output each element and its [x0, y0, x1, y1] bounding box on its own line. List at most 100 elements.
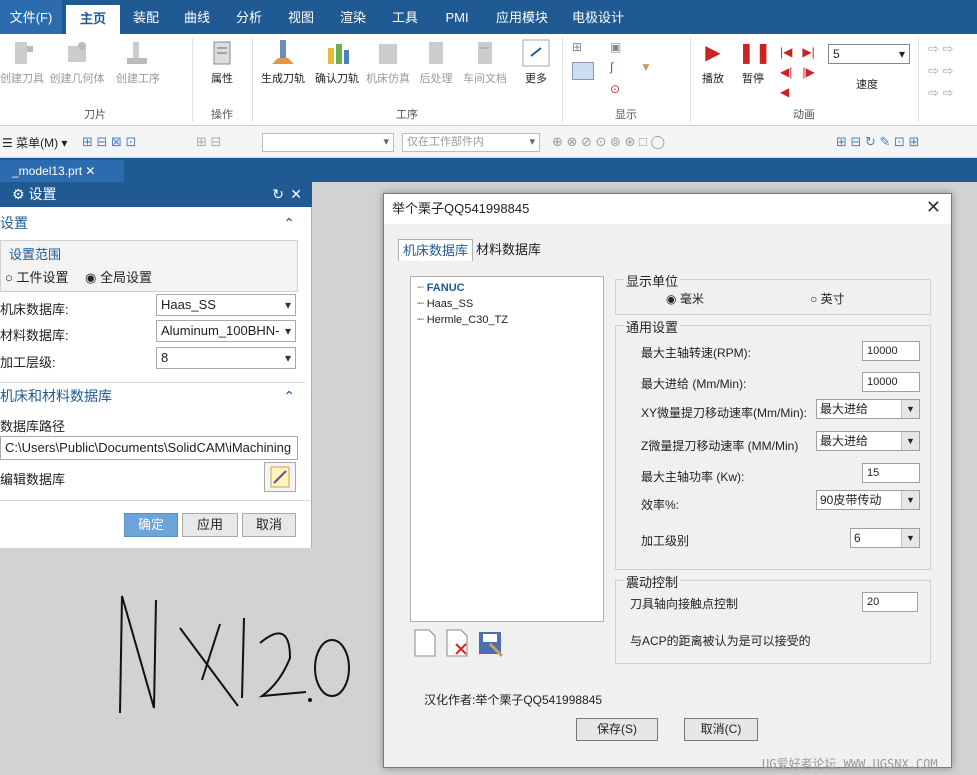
tree-item-haas[interactable]: ┈ Haas_SS — [417, 297, 473, 310]
speed-select[interactable]: 5 ▾ — [828, 44, 910, 64]
chevron-up-icon[interactable]: ⌃ — [283, 383, 295, 409]
tab-assembly[interactable]: 装配 — [122, 0, 170, 34]
pause-button[interactable]: ❚❚ 暂停 — [736, 34, 772, 86]
save-file-button[interactable] — [476, 628, 504, 661]
scope-filter-select[interactable]: 仅在工作部件内 — [402, 133, 540, 152]
tab-file[interactable]: 文件(F) — [0, 0, 62, 34]
close-icon[interactable]: ✕ — [926, 197, 941, 218]
select-tools-icon[interactable]: ⊞ ⊟ ⊠ ⊡ — [82, 134, 136, 150]
level-select[interactable]: 6 ▼ — [850, 528, 920, 548]
material-db-select[interactable]: Aluminum_100BHN- — [156, 320, 296, 342]
create-tool-button[interactable]: 创建刀具 — [0, 34, 44, 86]
tab-pmi[interactable]: PMI — [434, 0, 480, 34]
close-icon[interactable]: ✕ — [290, 182, 302, 207]
database-dialog: 举个栗子QQ541998845 ✕ 机床数据库 材料数据库 ┈ FANUC ┈ … — [383, 193, 952, 768]
reset-icon[interactable]: ↻ — [272, 182, 284, 207]
generate-toolpath-button[interactable]: 生成刀轨 — [256, 34, 310, 86]
cancel-button[interactable]: 取消 — [242, 513, 296, 537]
radio-mm[interactable]: ◉ 毫米 — [666, 290, 704, 307]
radio-mm-label: 毫米 — [679, 292, 704, 306]
type-filter-select[interactable] — [262, 133, 394, 152]
radio-checked-icon: ◉ — [666, 292, 680, 306]
shop-docs-button[interactable]: 车间文档 — [460, 34, 510, 86]
tab-tools[interactable]: 工具 — [382, 0, 428, 34]
radio-global[interactable]: ◉ 全局设置 — [85, 267, 152, 286]
edit-db-label: 编辑数据库 — [0, 472, 66, 487]
cancel-button[interactable]: 取消(C) — [684, 718, 758, 741]
xy-rate-select[interactable]: 最大进给 ▼ — [816, 399, 920, 419]
save-button[interactable]: 保存(S) — [576, 718, 658, 741]
generate-toolpath-icon — [272, 40, 294, 64]
units-group: 显示单位 ◉ 毫米 ○ 英寸 — [615, 271, 931, 315]
group-label-display: 显示 — [615, 109, 637, 121]
speed-value: 5 — [833, 47, 840, 61]
db-path-field[interactable]: C:\Users\Public\Documents\SolidCAM\iMach… — [0, 436, 298, 460]
chevron-down-icon: ▼ — [901, 491, 919, 509]
properties-label: 属性 — [211, 73, 233, 85]
display-tool-icon: ∫ — [610, 60, 614, 74]
machine-sim-button[interactable]: 机床仿真 — [364, 34, 412, 86]
tree-item-hermle[interactable]: ┈ Hermle_C30_TZ — [417, 313, 508, 326]
create-tool-icon — [15, 42, 33, 64]
tool-axis-label: 刀具轴向接触点控制 — [630, 597, 739, 611]
document-tab[interactable]: _model13.prt ✕ — [0, 160, 124, 182]
speed-label: 速度 — [856, 79, 878, 91]
section-settings-header[interactable]: 设置 ⌃ — [0, 210, 305, 236]
ribbon-divider — [562, 38, 563, 122]
max-feed-label: 最大进给 (Mm/Min): — [641, 377, 747, 391]
play-button[interactable]: ▶ 播放 — [698, 34, 728, 86]
section-db-header[interactable]: 机床和材料数据库 ⌃ — [0, 383, 305, 409]
max-spindle-field[interactable]: 10000 — [862, 341, 920, 361]
verify-toolpath-button[interactable]: 确认刀轨 — [312, 34, 362, 86]
tab-home[interactable]: 主页 — [66, 5, 120, 34]
machine-sim-icon — [379, 44, 397, 64]
z-rate-select[interactable]: 最大进给 ▼ — [816, 431, 920, 451]
tab-curve[interactable]: 曲线 — [174, 0, 220, 34]
machine-db-select[interactable]: Haas_SS — [156, 294, 296, 316]
postprocess-button[interactable]: 后处理 — [414, 34, 458, 86]
create-operation-button[interactable]: 创建工序 — [110, 34, 166, 86]
tab-render[interactable]: 渲染 — [330, 0, 376, 34]
chevron-down-icon: ▼ — [901, 432, 919, 450]
tab-view[interactable]: 视图 — [278, 0, 324, 34]
view-tools-icon[interactable]: ⊞ ⊟ ↻ ✎ ⊡ ⊞ — [836, 134, 919, 150]
radio-inch[interactable]: ○ 英寸 — [810, 290, 845, 307]
radio-unchecked-icon: ○ — [810, 292, 821, 306]
machining-level-select[interactable]: 8 — [156, 347, 296, 369]
edit-db-button[interactable] — [264, 462, 296, 492]
chevron-down-icon: ▾ — [898, 47, 905, 61]
display-tools[interactable]: ⊞ ▣ ∫ ⊙ ▼ — [570, 40, 660, 100]
delete-file-button[interactable] — [444, 628, 470, 661]
max-feed-field[interactable]: 10000 — [862, 372, 920, 392]
efficiency-value: 90皮带传动 — [820, 493, 882, 507]
xy-rate-label: XY微量提刀移动速率(Mm/Min): — [641, 406, 807, 420]
close-icon[interactable]: ✕ — [85, 164, 95, 178]
radio-work[interactable]: ○ 工件设置 — [5, 267, 68, 286]
chevron-up-icon[interactable]: ⌃ — [283, 210, 295, 236]
ok-button[interactable]: 确定 — [124, 513, 178, 537]
snap-tools-icon[interactable]: ⊕ ⊗ ⊘ ⊙ ⊚ ⊛ □ ◯ — [552, 134, 665, 150]
spindle-power-field[interactable]: 15 — [862, 463, 920, 483]
tool-axis-field[interactable]: 20 — [862, 592, 918, 612]
more-button[interactable]: 更多 — [516, 34, 556, 86]
efficiency-select[interactable]: 90皮带传动 ▼ — [816, 490, 920, 510]
tab-analysis[interactable]: 分析 — [226, 0, 272, 34]
tab-electrode[interactable]: 电极设计 — [564, 0, 632, 34]
settings-panel: ⚙ 设置 ↻ ✕ 设置 ⌃ 设置范围 ○ 工件设置 ◉ 全局设置 机床数据库: … — [0, 182, 312, 548]
filter-tools-icon[interactable]: ⊞ ⊟ — [196, 134, 221, 150]
tree-item-fanuc[interactable]: ┈ FANUC — [417, 281, 465, 294]
spindle-power-label: 最大主轴功率 (Kw): — [641, 470, 745, 484]
apply-button[interactable]: 应用 — [182, 513, 238, 537]
tree-item-label: Hermle_C30_TZ — [426, 314, 508, 326]
create-geometry-button[interactable]: 创建几何体 — [46, 34, 108, 86]
postprocess-label: 后处理 — [419, 73, 453, 85]
tab-material-db[interactable]: 材料数据库 — [472, 239, 545, 261]
tab-machine-db[interactable]: 机床数据库 — [398, 239, 474, 261]
menu-button[interactable]: ☰ 菜单(M) ▾ — [2, 134, 67, 151]
new-file-button[interactable] — [412, 628, 438, 661]
properties-button[interactable]: 属性 — [198, 34, 246, 86]
extra-tools[interactable]: ⇨ ⇨ ⇨ ⇨ ⇨ ⇨ — [928, 38, 977, 102]
extra-tool-icon: ⇨ ⇨ — [928, 63, 954, 78]
step-controls[interactable]: |◀ ▶| ◀| |▶ ◀ — [780, 42, 826, 102]
tab-applications[interactable]: 应用模块 — [488, 0, 556, 34]
